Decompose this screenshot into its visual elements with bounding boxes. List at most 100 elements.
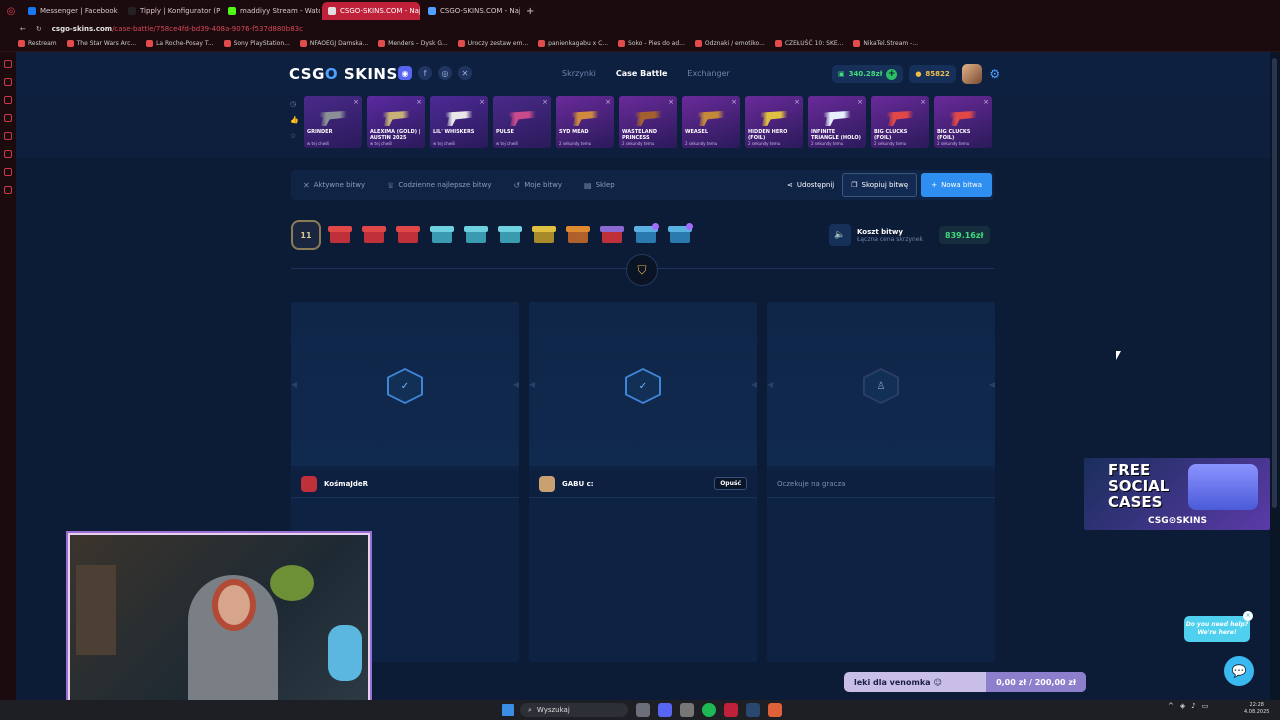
close-icon[interactable]: ×	[479, 98, 485, 106]
close-icon[interactable]: ×	[1243, 611, 1253, 621]
close-icon[interactable]: ×	[542, 98, 548, 106]
app-taskbar-icon[interactable]	[768, 703, 782, 717]
shop-link[interactable]: ▤ Sklep	[584, 181, 615, 190]
browser-tab[interactable]: CSGO-SKINS.COM - Naj	[422, 2, 520, 20]
sound-icon[interactable]: 🔈	[829, 224, 851, 246]
live-drop-card[interactable]: × PULSE w tej chwili	[493, 96, 551, 148]
discord-taskbar-icon[interactable]	[658, 703, 672, 717]
battle-case-icon[interactable]	[427, 221, 457, 249]
balance-badge[interactable]: ▣ 340.28zł +	[832, 65, 904, 83]
settings-taskbar-icon[interactable]	[680, 703, 694, 717]
live-drop-card[interactable]: × HIDDEN HERO (FOIL) 2 sekundy temu	[745, 96, 803, 148]
close-icon[interactable]: ×	[416, 98, 422, 106]
live-drop-card[interactable]: × ALEXIMA (GOLD) | AUSTIN 2025 w tej chwil…	[367, 96, 425, 148]
share-button[interactable]: ⋖ Udostępnij	[787, 181, 834, 189]
opera-taskbar-icon[interactable]	[724, 703, 738, 717]
live-drop-card[interactable]: × WASTELAND PRINCESS 2 sekundy temu	[619, 96, 677, 148]
new-battle-button[interactable]: + Nowa bitwa	[921, 173, 992, 197]
live-drop-card[interactable]: × SYD MEAD 2 sekundy temu	[556, 96, 614, 148]
gear-icon[interactable]: ⚙	[988, 67, 1002, 81]
close-icon[interactable]: ×	[920, 98, 926, 106]
task-view-icon[interactable]	[636, 703, 650, 717]
free-cases-ad[interactable]: FREE SOCIAL CASES CSG⊙SKINS	[1084, 458, 1270, 530]
close-icon[interactable]: ×	[353, 98, 359, 106]
deposit-plus-icon[interactable]: +	[886, 68, 898, 80]
volume-icon[interactable]: ♪	[1191, 702, 1195, 710]
url-field[interactable]: csgo-skins.com/case-battle/758ce4fd-bd39…	[52, 25, 303, 33]
battle-case-icon[interactable]	[461, 221, 491, 249]
live-drop-card[interactable]: × BIG CLUCKS (FOIL) 2 sekundy temu	[934, 96, 992, 148]
browser-tab[interactable]: CSGO-SKINS.COM - Naj	[322, 2, 420, 20]
close-icon[interactable]: ×	[605, 98, 611, 106]
site-logo[interactable]: CSGO SKINS	[289, 65, 398, 83]
bookmark-item[interactable]: The Star Wars Arc...	[66, 40, 136, 47]
close-icon[interactable]: ×	[731, 98, 737, 106]
bookmark-item[interactable]: Uroczy zestaw em...	[457, 40, 528, 47]
clock-icon[interactable]: ◷	[290, 100, 299, 108]
bookmark-item[interactable]: Odznaki / emotiko...	[694, 40, 765, 47]
bookmark-item[interactable]: CZEŁUŚĆ 10: SKE...	[774, 40, 843, 47]
help-bubble[interactable]: × Do you need help? We're here!	[1184, 611, 1253, 642]
close-icon[interactable]: ×	[857, 98, 863, 106]
close-icon[interactable]: ×	[794, 98, 800, 106]
bookmark-item[interactable]: La Roche-Posay T...	[146, 40, 214, 47]
sidebar-icon[interactable]	[4, 114, 12, 122]
windows-start-icon[interactable]	[502, 704, 514, 716]
taskbar-search[interactable]: ⌕ Wyszukaj	[520, 703, 628, 717]
thumbs-up-icon[interactable]: 👍	[290, 116, 299, 124]
nav-tab[interactable]: Case Battle	[616, 69, 668, 78]
my-battles-link[interactable]: ↺ Moje bitwy	[513, 181, 562, 190]
browser-tab[interactable]: Tipply | Konfigurator (Po	[122, 2, 220, 20]
sidebar-icon[interactable]	[4, 150, 12, 158]
close-icon[interactable]: ×	[983, 98, 989, 106]
x-icon[interactable]: ✕	[458, 66, 472, 80]
active-battles-link[interactable]: ✕ Aktywne bitwy	[303, 181, 365, 190]
new-tab-button[interactable]: +	[520, 6, 540, 17]
battle-case-icon[interactable]	[495, 221, 525, 249]
battle-case-icon[interactable]	[631, 221, 661, 249]
bookmark-item[interactable]: Soko - Pies do ad...	[618, 40, 685, 47]
battle-case-icon[interactable]	[665, 221, 695, 249]
sidebar-icon[interactable]	[4, 132, 12, 140]
chat-icon[interactable]: 💬	[1224, 656, 1254, 686]
sidebar-icon[interactable]	[4, 168, 12, 176]
chevron-up-icon[interactable]: ^	[1168, 702, 1174, 710]
live-drop-card[interactable]: × INFINITE TRIANGLE (HOLO) 2 sekundy temu	[808, 96, 866, 148]
browser-tab[interactable]: maddiyy Stream - Watch	[222, 2, 320, 20]
opera-gx-icon[interactable]: ◎	[0, 6, 22, 17]
avatar[interactable]	[961, 64, 982, 84]
star-icon[interactable]: ☆	[290, 132, 299, 140]
shield-icon[interactable]: ⛉	[626, 254, 658, 286]
battle-case-icon[interactable]	[325, 221, 355, 249]
nav-tab[interactable]: Skrzynki	[562, 69, 596, 78]
leave-button[interactable]: Opuść	[714, 477, 747, 490]
sidebar-icon[interactable]	[4, 78, 12, 86]
battery-icon[interactable]: ▭	[1202, 702, 1209, 710]
battle-case-icon[interactable]	[597, 221, 627, 249]
coins-badge[interactable]: ● 85822	[909, 65, 956, 83]
page-scrollbar[interactable]	[1270, 52, 1280, 700]
live-drop-card[interactable]: × WEASEL 2 sekundy temu	[682, 96, 740, 148]
bookmark-item[interactable]: NikaTel.Stream -...	[853, 40, 918, 47]
instagram-icon[interactable]: ◎	[438, 66, 452, 80]
browser-tab[interactable]: Messenger | Facebook	[22, 2, 120, 20]
bookmark-item[interactable]: NFAOEGJ Damska...	[299, 40, 368, 47]
steam-taskbar-icon[interactable]	[746, 703, 760, 717]
bookmark-item[interactable]: panienkagabu x C...	[538, 40, 608, 47]
battle-case-icon[interactable]	[529, 221, 559, 249]
spotify-taskbar-icon[interactable]	[702, 703, 716, 717]
reload-icon[interactable]: ↻	[36, 25, 42, 33]
battle-case-icon[interactable]	[563, 221, 593, 249]
bookmark-item[interactable]: Sony PlayStation...	[223, 40, 290, 47]
discord-icon[interactable]: ◉	[398, 66, 412, 80]
close-icon[interactable]: ×	[668, 98, 674, 106]
taskbar-clock[interactable]: 22:28 4.08.2025	[1244, 702, 1269, 716]
battle-case-icon[interactable]	[359, 221, 389, 249]
sidebar-icon[interactable]	[4, 186, 12, 194]
scrollbar-thumb[interactable]	[1272, 58, 1277, 508]
sidebar-icon[interactable]	[4, 96, 12, 104]
live-drop-card[interactable]: × LIL' WHISKERS w tej chwili	[430, 96, 488, 148]
bookmark-item[interactable]: Menders – Dysk G...	[378, 40, 448, 47]
nav-tab[interactable]: Exchanger	[687, 69, 729, 78]
sidebar-icon[interactable]	[4, 60, 12, 68]
